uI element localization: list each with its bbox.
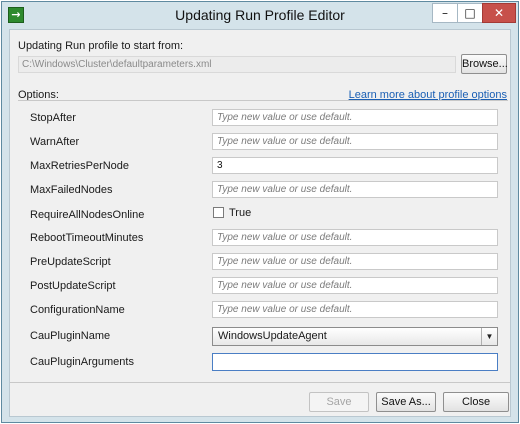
option-value-input[interactable]: Type new value or use default. bbox=[212, 109, 498, 126]
close-window-button[interactable]: ✕ bbox=[482, 3, 516, 23]
option-placeholder-text: Type new value or use default. bbox=[217, 304, 353, 315]
minimize-button[interactable]: – bbox=[432, 3, 458, 23]
title-bar[interactable]: → Updating Run Profile Editor – □ ✕ bbox=[2, 2, 518, 28]
option-placeholder-text: Type new value or use default. bbox=[217, 136, 353, 147]
option-label: RebootTimeoutMinutes bbox=[30, 232, 144, 244]
save-button[interactable]: Save bbox=[309, 392, 369, 412]
option-row: RequireAllNodesOnline True bbox=[18, 206, 508, 226]
option-row: StopAfter Type new value or use default. bbox=[18, 109, 508, 129]
option-label: PostUpdateScript bbox=[30, 280, 116, 292]
option-label: MaxRetriesPerNode bbox=[30, 160, 130, 172]
option-label: WarnAfter bbox=[30, 136, 80, 148]
option-value-input[interactable]: 3 bbox=[212, 157, 498, 174]
option-row: MaxRetriesPerNode 3 bbox=[18, 157, 508, 177]
option-placeholder-text: Type new value or use default. bbox=[217, 280, 353, 291]
option-label: MaxFailedNodes bbox=[30, 184, 113, 196]
option-row: PostUpdateScript Type new value or use de… bbox=[18, 277, 508, 297]
option-placeholder-text: Type new value or use default. bbox=[217, 232, 353, 243]
checkbox-label[interactable]: True bbox=[229, 207, 251, 219]
option-value-input[interactable]: Type new value or use default. bbox=[212, 277, 498, 294]
option-label: ConfigurationName bbox=[30, 304, 125, 316]
option-label: StopAfter bbox=[30, 112, 76, 124]
option-value-input[interactable]: Type new value or use default. bbox=[212, 229, 498, 246]
option-value-input[interactable]: Type new value or use default. bbox=[212, 181, 498, 198]
chevron-down-icon[interactable]: ▼ bbox=[481, 328, 497, 345]
plugin-select[interactable]: WindowsUpdateAgent ▼ bbox=[212, 327, 498, 346]
option-label: CauPluginName bbox=[30, 330, 111, 342]
option-placeholder-text: Type new value or use default. bbox=[217, 112, 353, 123]
profile-path-field: C:\Windows\Cluster\defaultparameters.xml bbox=[18, 56, 456, 73]
option-row: PreUpdateScript Type new value or use def… bbox=[18, 253, 508, 273]
option-value-text: 3 bbox=[217, 160, 223, 171]
close-button[interactable]: Close bbox=[443, 392, 509, 412]
maximize-button[interactable]: □ bbox=[457, 3, 483, 23]
start-profile-label: Updating Run profile to start from: bbox=[18, 40, 184, 52]
option-checkbox[interactable] bbox=[213, 207, 224, 218]
option-label: PreUpdateScript bbox=[30, 256, 111, 268]
option-label: CauPluginArguments bbox=[30, 356, 134, 368]
option-row: CauPluginName WindowsUpdateAgent ▼ bbox=[18, 327, 508, 347]
dialog-window: → Updating Run Profile Editor – □ ✕ Upda… bbox=[1, 1, 519, 423]
footer-divider bbox=[10, 382, 510, 383]
option-value-input[interactable]: Type new value or use default. bbox=[212, 133, 498, 150]
browse-button[interactable]: Browse... bbox=[461, 54, 508, 74]
option-value-input[interactable]: Type new value or use default. bbox=[212, 253, 498, 270]
save-as-button[interactable]: Save As... bbox=[376, 392, 436, 412]
options-panel: StopAfter Type new value or use default. W… bbox=[18, 100, 508, 382]
option-row: MaxFailedNodes Type new value or use defa… bbox=[18, 181, 508, 201]
dialog-body: Updating Run profile to start from: C:\W… bbox=[9, 29, 511, 417]
option-placeholder-text: Type new value or use default. bbox=[217, 256, 353, 267]
option-row: ConfigurationName Type new value or use d… bbox=[18, 301, 508, 321]
select-value: WindowsUpdateAgent bbox=[218, 330, 327, 342]
plugin-arguments-input[interactable] bbox=[212, 353, 498, 371]
option-label: RequireAllNodesOnline bbox=[30, 209, 145, 221]
option-value-input[interactable]: Type new value or use default. bbox=[212, 301, 498, 318]
option-row: CauPluginArguments bbox=[18, 353, 508, 373]
option-placeholder-text: Type new value or use default. bbox=[217, 184, 353, 195]
option-row: WarnAfter Type new value or use default. bbox=[18, 133, 508, 153]
option-row: RebootTimeoutMinutes Type new value or us… bbox=[18, 229, 508, 249]
